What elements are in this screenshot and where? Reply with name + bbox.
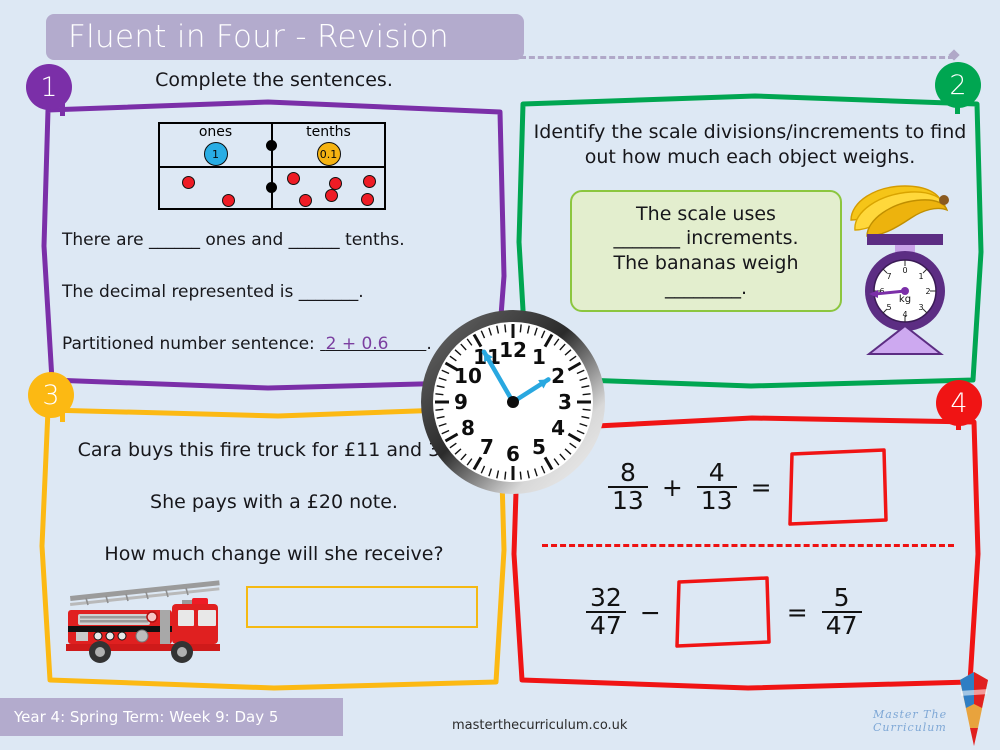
clock-numeral-2: 2	[551, 364, 565, 388]
equals-sign: =	[786, 597, 808, 627]
counter	[222, 194, 235, 207]
clock-numeral-12: 12	[499, 338, 527, 362]
question-1-answer-ink[interactable]: 2 + 0.6	[326, 334, 389, 354]
question-4-divider	[542, 544, 954, 547]
question-1-sentence-3-label: Partitioned number sentence:	[62, 334, 315, 354]
question-badge-3: 3	[28, 372, 74, 418]
counter	[182, 176, 195, 189]
dial-tick-2: 2	[925, 287, 930, 296]
prompt-line-2: _______ increments.	[613, 227, 799, 250]
fraction-denominator: 13	[608, 486, 648, 514]
equals-sign: =	[750, 472, 772, 502]
worksheet-page: Fluent in Four - Revision 1 Complete the…	[0, 0, 1000, 750]
clock-numeral-8: 8	[461, 416, 475, 440]
dial-tick-4: 4	[902, 310, 907, 319]
clock-centre-pin	[507, 396, 519, 408]
dial-tick-3: 3	[918, 303, 923, 312]
fraction-32-47: 32 47	[586, 582, 626, 640]
counter	[361, 193, 374, 206]
pencil-logo-icon	[960, 672, 988, 746]
counter	[363, 175, 376, 188]
question-2-heading: Identify the scale divisions/increments …	[533, 120, 967, 169]
footer-lesson-band: Year 4: Spring Term: Week 9: Day 5	[0, 698, 343, 736]
column-header-tenths: tenths	[306, 124, 351, 140]
question-3-line-3: How much change will she receive?	[104, 543, 444, 565]
place-value-cell-tenths-header: tenths 0.1	[271, 122, 386, 168]
question-badge-4: 4	[936, 380, 982, 426]
fraction-denominator: 13	[696, 486, 737, 514]
counter	[325, 189, 338, 202]
question-4-answer-box-1[interactable]	[786, 446, 890, 528]
fraction-5-47: 5 47	[821, 582, 862, 640]
fraction-denominator: 47	[821, 611, 862, 639]
analogue-clock: 121234567891011	[421, 310, 605, 494]
question-2-heading-line-1: Identify the scale divisions/increments …	[533, 121, 967, 143]
counter	[287, 172, 300, 185]
dial-tick-7: 7	[886, 272, 891, 281]
clock-numeral-1: 1	[532, 345, 546, 369]
question-4-problem-2: 32 47 − = 5 47	[586, 576, 862, 648]
place-value-cell-tenths-counters	[271, 166, 386, 210]
question-4-problem-1: 8 13 + 4 13 =	[608, 446, 890, 528]
clock-numeral-6: 6	[506, 442, 520, 466]
place-value-counter-row	[158, 166, 386, 210]
question-badge-2: 2	[935, 62, 981, 108]
question-1-sentence-3: Partitioned number sentence: 2 + 0.6 .	[62, 334, 432, 354]
fire-truck-image	[66, 580, 220, 663]
clock-numeral-4: 4	[551, 416, 565, 440]
scale-base	[866, 324, 944, 355]
footer-lesson-label: Year 4: Spring Term: Week 9: Day 5	[14, 708, 279, 726]
question-3-answer-box[interactable]	[246, 586, 478, 628]
place-value-header-row: ones 1 tenths 0.1	[158, 122, 386, 168]
fraction-4-13: 4 13	[696, 457, 737, 515]
counter	[299, 194, 312, 207]
cab-window	[178, 610, 194, 626]
clock-numeral-7: 7	[480, 435, 494, 459]
fraction-denominator: 47	[586, 611, 626, 639]
dial-tick-5: 5	[886, 303, 891, 312]
dial-tick-0: 0	[902, 266, 907, 275]
chip-tenths: 0.1	[316, 142, 341, 166]
bananas-icon	[850, 185, 949, 237]
prompt-line-3: The bananas weigh	[613, 252, 799, 274]
clock-numeral-3: 3	[558, 390, 572, 414]
page-title: Fluent in Four - Revision	[68, 19, 449, 55]
title-dashed-rule	[520, 56, 954, 59]
clock-numeral-5: 5	[532, 435, 546, 459]
page-title-banner: Fluent in Four - Revision	[46, 14, 524, 60]
chip-ones: 1	[203, 142, 228, 166]
operator-minus: −	[639, 597, 661, 627]
dial-unit-kg: kg	[899, 294, 911, 305]
prompt-line-1: The scale uses	[636, 202, 776, 225]
question-badge-1: 1	[26, 64, 72, 110]
question-4-answer-box-2[interactable]	[675, 576, 773, 648]
place-value-cell-ones-counters	[158, 166, 277, 210]
operator-plus: +	[661, 472, 683, 502]
fraction-numerator: 32	[590, 582, 622, 612]
dial-tick-1: 1	[918, 272, 923, 281]
question-1-sentence-2: The decimal represented is _______.	[62, 282, 364, 302]
question-2-heading-line-2: out how much each object weighs.	[584, 145, 916, 168]
fraction-8-13: 8 13	[608, 457, 648, 515]
footer-website: masterthecurriculum.co.uk	[452, 718, 628, 733]
clock-numeral-9: 9	[454, 390, 468, 414]
fraction-numerator: 8	[619, 457, 636, 487]
banana-scale-image: 0 1 2 3 4 5 6 7 kg	[850, 185, 949, 355]
fraction-numerator: 5	[833, 582, 850, 612]
place-value-cell-ones-header: ones 1	[158, 122, 277, 168]
question-1-sentence-1: There are ______ ones and ______ tenths.	[62, 230, 405, 250]
column-header-ones: ones	[198, 124, 233, 140]
question-2-prompt-box: The scale uses _______ increments. The b…	[570, 190, 842, 312]
prompt-line-4: ________.	[664, 276, 748, 299]
question-1-heading: Complete the sentences.	[155, 69, 393, 91]
scale-pan	[867, 234, 943, 245]
fraction-numerator: 4	[708, 457, 725, 487]
place-value-chart: ones 1 tenths 0.1	[158, 122, 386, 210]
